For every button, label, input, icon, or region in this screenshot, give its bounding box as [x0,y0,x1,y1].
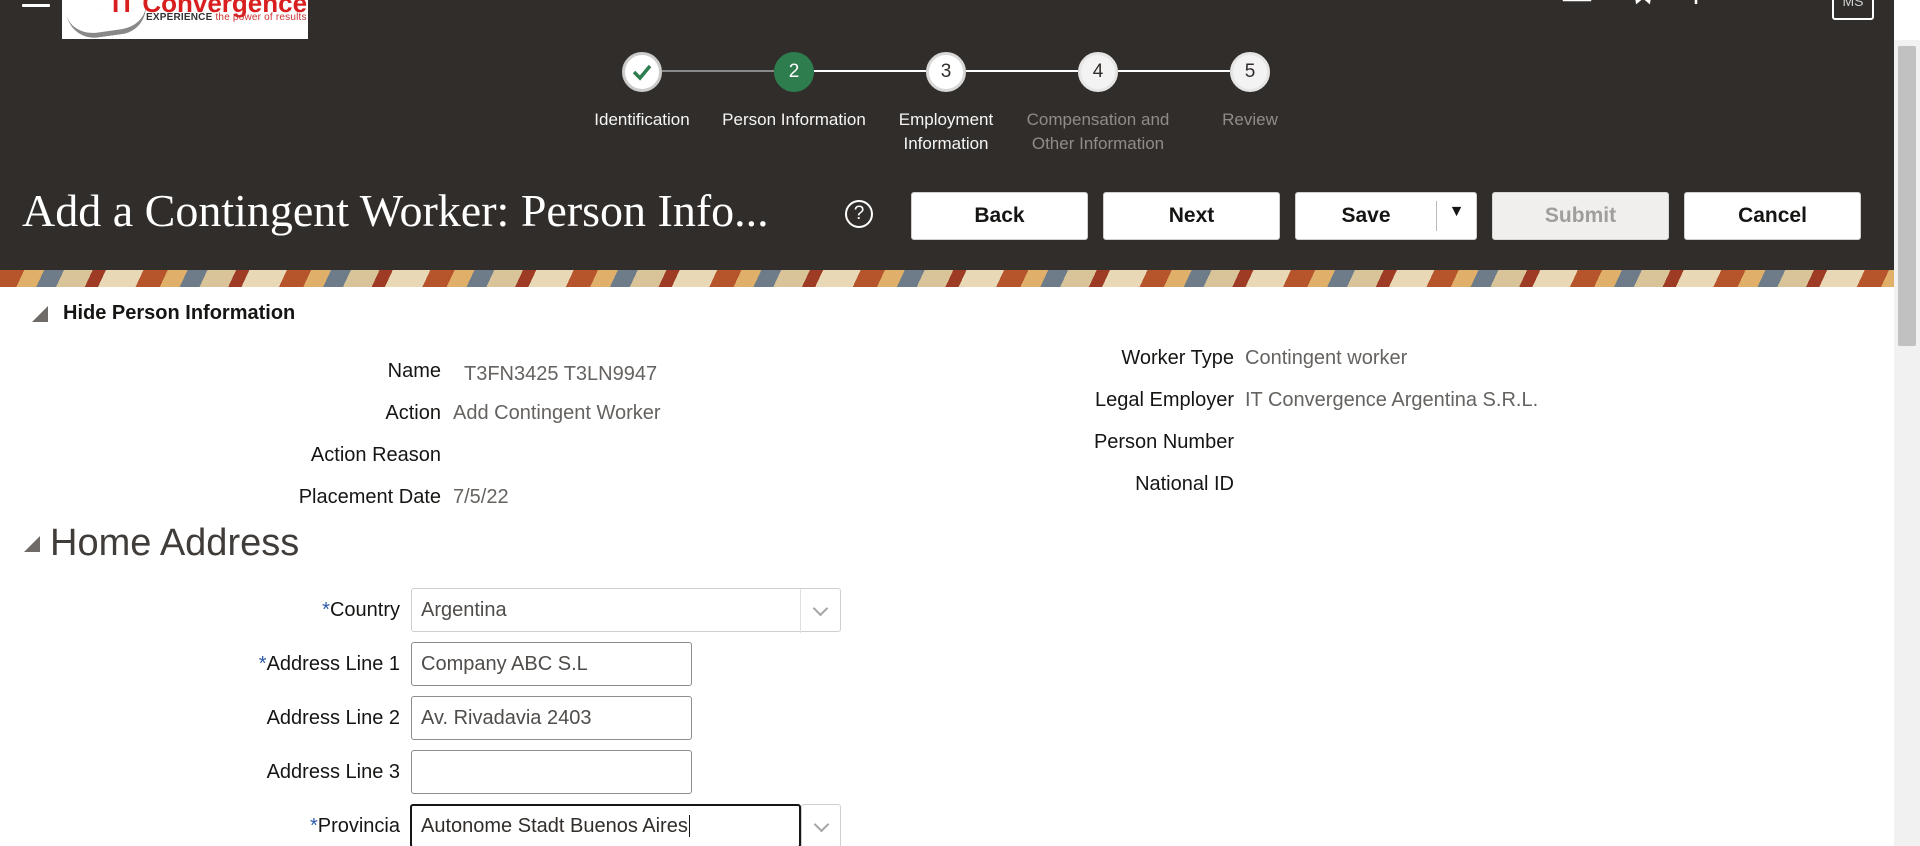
address-line-1-label: *Address Line 1 [258,653,400,675]
train-label-employment-information[interactable]: Employment Information [878,108,1014,156]
train-label-review: Review [1222,110,1278,129]
next-button[interactable]: Next [1103,192,1280,240]
train-label-identification[interactable]: Identification [562,108,722,132]
legal-employer-label: Legal Employer [1095,389,1234,411]
provincia-label: *Provincia [309,815,400,837]
save-split-button: Save ▼ [1295,192,1477,240]
train-step-identification[interactable] [622,52,662,92]
country-select[interactable]: Argentina [411,588,841,633]
text-cursor [688,815,690,837]
action-label: Action [385,402,441,424]
page-header: IT Convergence EXPERIENCE the power of r… [0,0,1894,270]
placement-date-label: Placement Date [298,486,441,508]
page-title: Add a Contingent Worker: Person Info... [22,185,769,236]
train-label-compensation: Compensation and Other Information [1026,110,1170,153]
train-step-review: 5 [1230,52,1270,92]
national-id-label: National ID [1135,473,1234,495]
name-value: T3FN3425 T3LN9947 [464,363,658,385]
train-step-employment-information[interactable]: 3 [926,52,966,92]
country-value: Argentina [421,598,507,621]
watchlist-flag-icon[interactable] [1692,0,1722,14]
train-step-person-information[interactable]: 2 [774,52,814,92]
address-line-3-label: Address Line 3 [266,761,400,783]
train-step-compensation: 4 [1078,52,1118,92]
address-line-3-input[interactable] [411,750,692,794]
train-connector [1118,70,1230,72]
legal-employer-value: IT Convergence Argentina S.R.L. [1245,389,1539,411]
toggle-label: Hide Person Information [63,302,296,324]
action-reason-label: Action Reason [310,444,441,466]
address-line-2-label: Address Line 2 [266,707,400,729]
hide-person-information-toggle[interactable]: Hide Person Information [32,302,295,325]
scrollbar-thumb[interactable] [1898,46,1916,346]
submit-button: Submit [1492,192,1669,240]
action-value: Add Contingent Worker [453,402,661,424]
address-line-2-input[interactable]: Av. Rivadavia 2403 [411,696,692,740]
worker-type-label: Worker Type [1121,347,1234,369]
company-logo[interactable]: IT Convergence EXPERIENCE the power of r… [62,0,308,39]
provincia-dropdown-icon[interactable] [801,805,841,846]
checkmark-icon [632,64,652,81]
home-address-section-header[interactable]: Home Address [24,522,299,565]
collapse-triangle-icon [24,535,40,552]
section-title: Home Address [50,522,300,564]
notifications-bell-icon[interactable] [1756,0,1786,14]
country-dropdown-icon[interactable] [800,589,840,633]
decorative-banner [0,270,1894,287]
train-connector [662,70,774,72]
logo-tagline: EXPERIENCE the power of results [146,12,307,23]
home-icon[interactable] [1562,0,1592,14]
person-number-label: Person Number [1093,431,1234,453]
address-line-1-input[interactable]: Company ABC S.L [411,642,692,686]
train-connector [814,70,926,72]
save-options-dropdown-icon[interactable]: ▼ [1437,193,1476,239]
help-icon[interactable]: ? [845,200,873,228]
save-button[interactable]: Save [1296,193,1436,239]
navigator-menu-icon[interactable] [22,0,50,8]
vertical-scrollbar[interactable] [1894,40,1920,846]
train-label-person-information[interactable]: Person Information [714,108,874,132]
train-connector [966,70,1078,72]
cancel-button[interactable]: Cancel [1684,192,1861,240]
user-avatar[interactable]: MS [1832,0,1874,20]
country-label: *Country [322,599,400,621]
provincia-value: Autonome Stadt Buenos Aires [421,814,688,837]
provincia-dropdown[interactable] [801,804,841,846]
worker-type-value: Contingent worker [1245,347,1408,369]
favorites-star-icon[interactable] [1628,0,1658,14]
collapse-triangle-icon [32,305,48,322]
name-label: Name [387,360,441,382]
provincia-input[interactable]: Autonome Stadt Buenos Aires [410,804,801,846]
back-button[interactable]: Back [911,192,1088,240]
placement-date-value: 7/5/22 [453,486,509,508]
